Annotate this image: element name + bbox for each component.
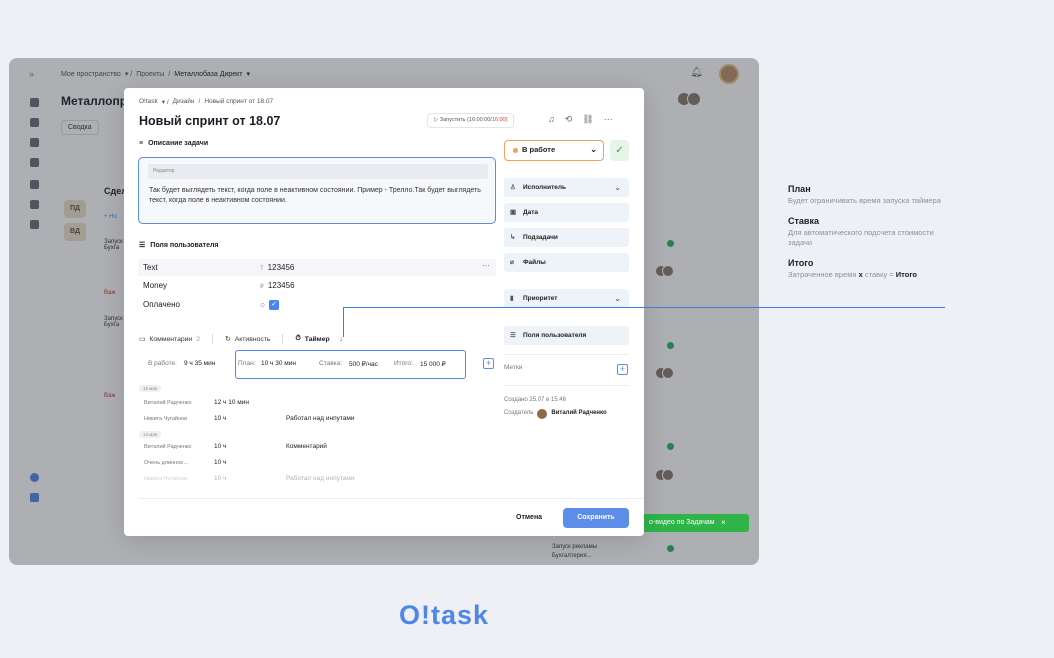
creator-name[interactable]: Виталий Радченко — [551, 407, 606, 420]
modal-breadcrumb: O!task ▾ / Дизайн / Новый спринт от 18.07 — [139, 98, 274, 106]
avatar — [537, 408, 548, 419]
files-button[interactable]: ⌀ Файлы — [504, 253, 629, 272]
note-total: Итого Затраченное время х ставку = Итого — [788, 258, 917, 279]
in-work-value: 9 ч 35 мин — [184, 360, 216, 367]
task-modal: O!task ▾ / Дизайн / Новый спринт от 18.07 … — [124, 88, 644, 536]
calendar-icon: ▣ — [510, 209, 517, 216]
note-plan: План Будет ограничивать время запуска та… — [788, 184, 941, 205]
description-label: ≡ Описание задачи — [139, 140, 209, 147]
time-log: 15 мая Виталий Радченко 12 ч 10 мин Никит… — [139, 385, 494, 488]
comment-icon: ▭ — [139, 336, 146, 343]
labels-row: Метки + — [504, 364, 629, 378]
brand-logo: O!task — [399, 600, 490, 630]
activity-icon: ↻ — [225, 336, 231, 343]
tab-comments[interactable]: ▭ Комментарии 2 — [139, 335, 200, 344]
chevron-down-icon: ⌄ — [614, 183, 621, 192]
date-button[interactable]: ▣ Дата — [504, 203, 629, 222]
subtasks-button[interactable]: ↳ Подзадачи — [504, 228, 629, 247]
run-timer-button[interactable]: ▷ Запустить (16:00:00/16:00) — [427, 113, 515, 128]
more-icon[interactable]: ⋯ — [604, 114, 613, 125]
priority-icon: ▮ — [510, 295, 514, 302]
stopwatch-icon: ⏱ — [295, 335, 301, 342]
status-select[interactable]: В работе ⌄ — [504, 140, 604, 161]
priority-select[interactable]: ▮ Приоритет ⌄ — [504, 289, 629, 308]
repeat-icon[interactable]: ⟲ — [565, 114, 573, 125]
created-info: Создано 25.07 в 15:46 Создатель Виталий Р… — [504, 394, 607, 420]
callout-line — [343, 307, 945, 308]
modal-tabs: ▭ Комментарии 2 ↻ Активность ⏱ Таймер — [139, 334, 330, 344]
bell-icon[interactable]: ♫ — [548, 114, 555, 125]
assignee-select[interactable]: ♙ Исполнитель ⌄ — [504, 178, 629, 197]
annotation-notes: План Будет ограничивать время запуска та… — [788, 184, 948, 290]
log-date: 14 мая — [139, 431, 162, 438]
custom-fields-button[interactable]: ☰ Поля пользователя — [504, 326, 629, 345]
log-row[interactable]: Никита Чугайнов 10 ч Работал над инпутами — [139, 412, 494, 428]
note-rate: Ставка Для автоматического подсчета стои… — [788, 216, 934, 247]
chevron-down-icon: ⌄ — [590, 145, 597, 154]
custom-field-money[interactable]: Money ₽123456 — [138, 277, 496, 294]
divider — [504, 385, 629, 386]
tab-timer[interactable]: ⏱ Таймер — [295, 335, 329, 343]
editor-toolbar: Редактор — [148, 164, 488, 179]
tab-activity[interactable]: ↻ Активность — [225, 335, 270, 344]
crumb-workspace[interactable]: O!task — [139, 98, 158, 106]
save-button[interactable]: Сохранить — [563, 508, 629, 528]
total-label: Итого: — [394, 360, 413, 367]
plan-value[interactable]: 10 ч 30 мин — [261, 360, 296, 367]
log-row[interactable]: Виталий Радченко 10 ч Комментарий — [139, 440, 494, 456]
labels-label: Метки — [504, 364, 523, 371]
user-icon: ♙ — [510, 184, 516, 191]
crumb-task[interactable]: Новый спринт от 18.07 — [204, 98, 273, 106]
total-value: 15 000 ₽ — [420, 361, 446, 368]
more-icon[interactable]: ⋯ — [482, 261, 490, 270]
toast[interactable]: о-видео по Задачам — [639, 514, 749, 532]
rate-label: Ставка: — [319, 360, 343, 367]
description-editor[interactable]: Редактор Так будет выглядеть текст, когд… — [138, 157, 496, 224]
log-row[interactable]: Виталий Радченко 12 ч 10 мин — [139, 396, 494, 412]
crumb-design[interactable]: Дизайн — [173, 98, 195, 106]
paperclip-icon: ⌀ — [510, 259, 514, 266]
log-row[interactable]: Никита Чугайнов 10 ч Работал над инпутами — [139, 472, 494, 488]
subtask-icon: ↳ — [510, 234, 516, 241]
task-title[interactable]: Новый спринт от 18.07 — [139, 114, 280, 128]
arrow-down-icon: ↓ — [339, 334, 343, 343]
add-label-button[interactable]: + — [617, 364, 628, 375]
fields-icon: ☰ — [510, 332, 516, 339]
log-date: 15 мая — [139, 385, 162, 392]
cancel-button[interactable]: Отмена — [504, 508, 555, 527]
custom-field-paid[interactable]: Оплачено ⊙ ✓ — [138, 296, 496, 313]
created-date: Создано 25.07 в 15:46 — [504, 397, 566, 403]
rate-value[interactable]: 500 ₽/час — [349, 360, 378, 368]
log-row[interactable]: Очень длинное... 10 ч — [139, 456, 494, 472]
add-time-button[interactable]: + — [483, 358, 494, 369]
modal-actions: ♫ ⟲ ⛓ ⋯ — [548, 114, 613, 125]
fields-icon: ☰ — [139, 242, 146, 249]
custom-field-text[interactable]: Text T 123456 ⋯ — [138, 259, 496, 276]
custom-fields-label: ☰ Поля пользователя — [139, 241, 219, 250]
bottom-card[interactable]: Запуск рекламы Бухгалтерия... — [552, 543, 612, 561]
divider — [504, 354, 629, 355]
chevron-down-icon: ⌄ — [614, 294, 621, 303]
timer-summary: В работе: 9 ч 35 мин План: 10 ч 30 мин С… — [139, 350, 494, 379]
play-icon: ▷ — [434, 117, 439, 123]
close-icon[interactable]: × — [721, 518, 726, 527]
text-align-icon: ≡ — [139, 140, 144, 147]
paid-checkbox[interactable]: ✓ — [269, 300, 280, 310]
description-text[interactable]: Так будет выглядеть текст, когда поле в … — [149, 186, 484, 205]
footer-divider — [138, 498, 644, 499]
callout-line — [343, 307, 344, 337]
link-icon[interactable]: ⛓ — [582, 114, 593, 125]
in-work-label: В работе: — [148, 360, 177, 367]
complete-button[interactable]: ✓ — [610, 140, 629, 161]
plan-label: План: — [238, 360, 256, 367]
